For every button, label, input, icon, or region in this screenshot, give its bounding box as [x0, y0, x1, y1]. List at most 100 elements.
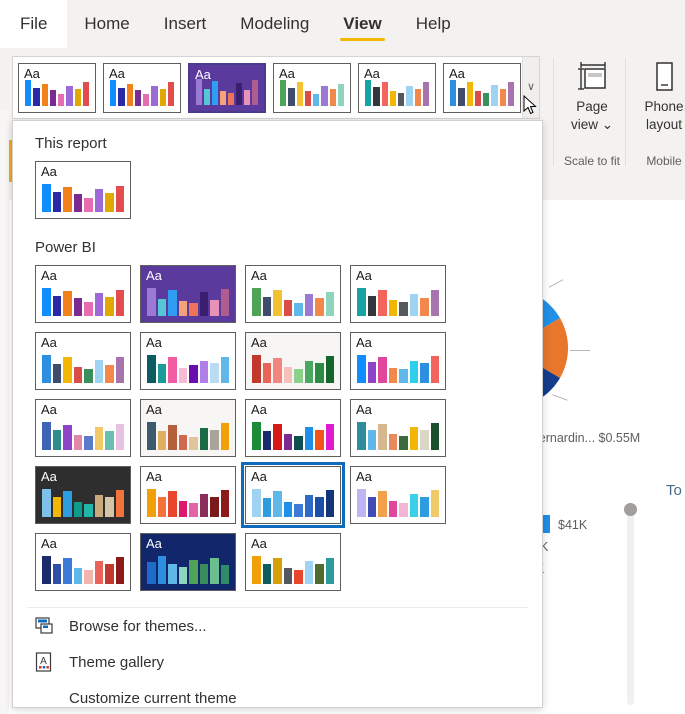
theme-preview-bar [283, 568, 292, 584]
powerbi-theme-frontier[interactable]: Aa [245, 399, 341, 457]
ribbon-tab-help[interactable]: Help [399, 0, 468, 48]
theme-preview-bar [63, 491, 72, 517]
page-view-label-line1: Page [576, 99, 608, 114]
powerbi-theme-executive[interactable]: Aa [140, 399, 236, 457]
theme-preview-bar [178, 567, 187, 584]
page-view-button[interactable]: Page view ⌄ [556, 54, 628, 134]
theme-preview-bar [420, 298, 429, 316]
powerbi-theme-bloom-alt[interactable]: Aa [35, 533, 131, 591]
powerbi-theme-innovative[interactable]: Aa [350, 399, 446, 457]
theme-preview-bar [94, 495, 103, 517]
theme-preview-bar [196, 78, 202, 105]
theme-strip-2[interactable]: Aa [103, 62, 181, 113]
ribbon-group-divider-1 [553, 58, 554, 166]
theme-preview-bar [483, 92, 490, 106]
svg-text:A: A [40, 656, 47, 667]
theme-preview-bar [105, 497, 114, 517]
powerbi-theme-solar[interactable]: Aa [140, 332, 236, 390]
powerbi-theme-innovate[interactable]: Aa [140, 265, 236, 323]
theme-preview-bars [42, 353, 124, 383]
theme-preview-bar [199, 494, 208, 517]
theme-preview-bar [304, 495, 313, 517]
this-report-theme[interactable]: Aa [35, 161, 131, 219]
theme-preview-text: Aa [356, 335, 372, 350]
theme-preview-bar [52, 364, 61, 383]
menu-item-browse-for-themes[interactable]: Browse for themes... [13, 608, 542, 644]
theme-preview-text: Aa [146, 469, 162, 484]
powerbi-theme-temperature[interactable]: Aa [35, 332, 131, 390]
powerbi-theme-tidal-alt[interactable]: Aa [140, 466, 236, 524]
theme-preview-bar [296, 81, 303, 106]
theme-preview-bar [159, 88, 166, 106]
theme-preview-bar [167, 81, 174, 106]
theme-preview-bar [210, 558, 219, 584]
theme-preview-bar [273, 491, 282, 517]
ribbon-tab-insert[interactable]: Insert [147, 0, 224, 48]
theme-preview-bars [252, 353, 334, 383]
theme-preview-bar [105, 365, 114, 383]
leader-line-san-diego [570, 350, 590, 351]
theme-preview-bar [94, 561, 103, 584]
powerbi-theme-tidal-dark[interactable]: Aa [140, 533, 236, 591]
powerbi-theme-varsity[interactable]: Aa [350, 466, 446, 524]
theme-preview-bar [420, 363, 429, 383]
theme-preview-bar [220, 490, 229, 517]
theme-preview-bar [252, 556, 261, 584]
menu-item-customize-current-theme[interactable]: Customize current theme [13, 680, 542, 707]
theme-preview-bar [409, 294, 418, 316]
powerbi-theme-highrise[interactable]: Aa [35, 466, 131, 524]
powerbi-theme-bloom[interactable]: Aa [245, 265, 341, 323]
theme-strip-5[interactable]: Aa [358, 62, 436, 113]
theme-preview-bar [236, 82, 242, 105]
theme-preview-bars [42, 420, 124, 450]
powerbi-theme-default[interactable]: Aa [35, 265, 131, 323]
canvas-scrollbar-thumb[interactable] [624, 503, 637, 516]
powerbi-theme-tidal[interactable]: Aa [350, 265, 446, 323]
page-view-label-line2: view ⌄ [570, 117, 614, 132]
theme-preview-bar [168, 491, 177, 517]
theme-preview-bars [147, 420, 229, 450]
powerbi-theme-accessible-city-park[interactable]: Aa [241, 462, 345, 528]
powerbi-theme-divergent[interactable]: Aa [245, 332, 341, 390]
theme-preview-bar [321, 85, 328, 106]
powerbi-theme-storm-alt[interactable]: Aa [245, 533, 341, 591]
theme-preview-bar [378, 357, 387, 383]
theme-preview-bar [288, 87, 295, 106]
phone-layout-button[interactable]: Phone layout [628, 54, 685, 134]
ribbon-tab-file[interactable]: File [0, 0, 68, 48]
themes-gallery-scroll-down[interactable]: ∨ [522, 57, 539, 118]
theme-preview-bar [420, 497, 429, 517]
theme-strip-4[interactable]: Aa [273, 62, 351, 113]
theme-preview-bar [115, 290, 124, 316]
theme-strip-6[interactable]: Aa [443, 62, 521, 113]
theme-preview-bar [315, 363, 324, 383]
theme-preview-bar [388, 434, 397, 450]
theme-strip-3-innovate[interactable]: Aa [188, 62, 266, 113]
powerbi-theme-classic[interactable]: Aa [35, 399, 131, 457]
theme-preview-bar [399, 369, 408, 383]
theme-preview-bar [388, 501, 397, 517]
theme-preview-bar [168, 425, 177, 450]
theme-preview-bar [220, 289, 229, 316]
theme-strip-1[interactable]: Aa [18, 62, 96, 113]
theme-preview-bar [315, 298, 324, 316]
theme-preview-bars [147, 487, 229, 517]
theme-preview-bar [94, 293, 103, 316]
ribbon-tab-modeling[interactable]: Modeling [223, 0, 326, 48]
theme-preview-bar [313, 93, 320, 106]
theme-preview-bar [63, 558, 72, 584]
theme-preview-bar [329, 88, 336, 106]
theme-preview-bars [365, 79, 429, 106]
theme-preview-bar [388, 300, 397, 316]
ribbon-group-divider-2 [625, 58, 626, 166]
themes-gallery[interactable]: Aa Aa Aa Aa Aa Aa ∨ [12, 56, 540, 119]
menu-item-theme-gallery[interactable]: A Theme gallery [13, 644, 542, 680]
ribbon-tab-home[interactable]: Home [67, 0, 146, 48]
theme-preview-bars [280, 79, 344, 106]
theme-preview-bar [304, 361, 313, 383]
menu-item-label: Browse for themes... [69, 617, 207, 635]
theme-preview-bar [52, 564, 61, 584]
ribbon-tab-view[interactable]: View [326, 0, 398, 48]
canvas-scrollbar-track[interactable] [627, 505, 634, 705]
powerbi-theme-storm[interactable]: Aa [350, 332, 446, 390]
